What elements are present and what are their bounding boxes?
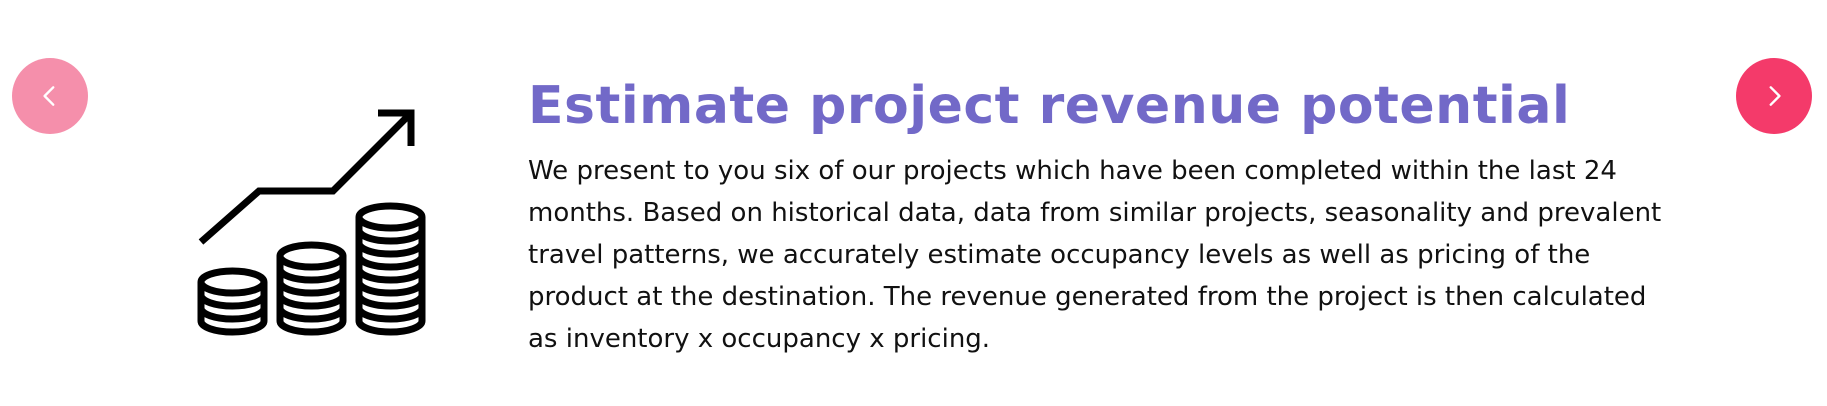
coin-stacks-growth-icon: [196, 106, 428, 338]
slide-title: Estimate project revenue potential: [528, 76, 1571, 136]
slide-description: We present to you six of our projects wh…: [528, 156, 1662, 354]
chevron-right-icon: [1769, 86, 1781, 106]
previous-slide-button[interactable]: [12, 58, 88, 134]
carousel-slide: Estimate project revenue potential We pr…: [0, 0, 1827, 406]
slide-content: Estimate project revenue potential We pr…: [528, 70, 1688, 360]
next-slide-button[interactable]: [1736, 58, 1812, 134]
chevron-left-icon: [43, 86, 55, 106]
